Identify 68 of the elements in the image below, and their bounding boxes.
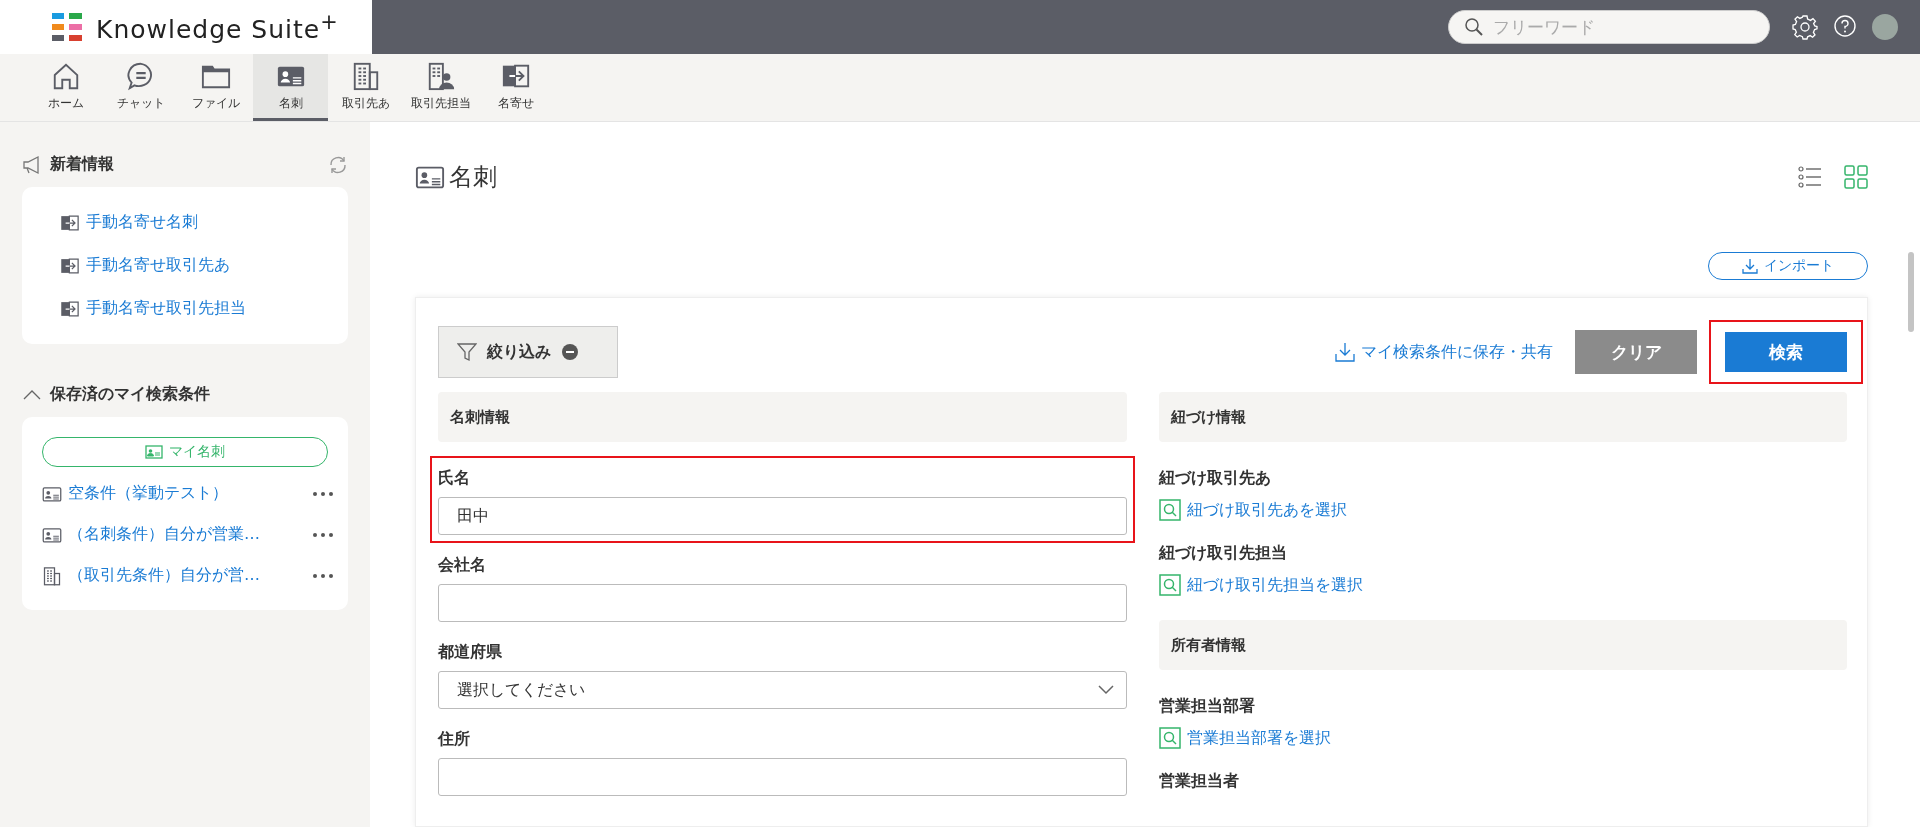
news-link[interactable]: 手動名寄せ取引先あ — [22, 244, 230, 287]
search-icon — [1158, 574, 1181, 596]
import-button[interactable]: インポート — [1708, 252, 1868, 280]
nav-tab[interactable]: 名刺 — [253, 54, 328, 121]
logo-text: Knowledge Suite$^{+}$ — [96, 9, 339, 45]
field-label: 紐づけ取引先あ — [1158, 468, 1272, 489]
scrollbar[interactable] — [1908, 252, 1914, 332]
building-icon — [42, 565, 62, 586]
merge-icon — [60, 212, 80, 233]
business-card-icon — [145, 445, 163, 459]
collapse-icon — [561, 343, 579, 361]
field-label: 都道府県 — [438, 642, 503, 663]
saved-search-link[interactable]: 空条件（挙動テスト） — [68, 483, 306, 504]
input-field[interactable] — [438, 758, 1127, 796]
field-label: 営業担当部署 — [1158, 696, 1256, 717]
search-icon — [1464, 17, 1484, 37]
nav-tab[interactable]: 名寄せ — [478, 54, 553, 121]
merge-icon — [60, 298, 80, 319]
select-link[interactable]: 営業担当部署を選択 — [1158, 727, 1331, 749]
saved-search-link[interactable]: （名刺条件）自分が営業… — [68, 524, 306, 545]
grid-view-icon[interactable] — [1844, 165, 1868, 189]
nav-tab[interactable]: 取引先あ — [328, 54, 403, 121]
avatar[interactable] — [1872, 14, 1898, 40]
nav-tab[interactable]: ホーム — [28, 54, 103, 121]
filter-icon — [457, 342, 477, 362]
prefecture-dropdown[interactable]: 選択してください — [438, 671, 1127, 709]
search-icon — [1158, 727, 1181, 749]
more-icon[interactable] — [312, 572, 334, 579]
field-label: 紐づけ取引先担当 — [1158, 543, 1288, 564]
search-icon — [1158, 499, 1181, 521]
more-icon[interactable] — [312, 490, 334, 497]
save-search-link[interactable]: マイ検索条件に保存・共有 — [1329, 340, 1559, 364]
saved-search-link[interactable]: （取引先条件）自分が営… — [68, 565, 306, 586]
section-header: 名刺情報 — [438, 392, 1127, 442]
clear-button[interactable]: クリア — [1575, 330, 1697, 374]
refresh-icon[interactable] — [328, 154, 348, 175]
select-link[interactable]: 紐づけ取引先担当を選択 — [1158, 574, 1363, 596]
more-icon[interactable] — [312, 531, 334, 538]
list-view-icon[interactable] — [1798, 165, 1822, 189]
nav-tab[interactable]: チャット — [103, 54, 178, 121]
news-link[interactable]: 手動名寄せ取引先担当 — [22, 287, 246, 330]
section-title: 新着情報 — [50, 154, 114, 175]
settings-icon[interactable] — [1792, 14, 1818, 40]
news-link[interactable]: 手動名寄せ名刺 — [22, 201, 198, 244]
download-icon — [1742, 258, 1758, 274]
field-label: 氏名 — [438, 468, 471, 489]
nav-tab[interactable]: ファイル — [178, 54, 253, 121]
chevron-down-icon — [1097, 685, 1114, 695]
my-card-button[interactable]: マイ名刺 — [42, 437, 328, 467]
section-header: 所有者情報 — [1158, 620, 1847, 670]
field-label: 会社名 — [438, 555, 487, 576]
megaphone-icon — [22, 154, 42, 175]
section-title: 保存済のマイ検索条件 — [50, 384, 210, 405]
field-label: 住所 — [438, 729, 471, 750]
filter-button[interactable]: 絞り込み — [438, 326, 618, 378]
search-button[interactable]: 検索 — [1725, 332, 1847, 372]
nav-tab[interactable]: 取引先担当 — [403, 54, 478, 121]
input-field[interactable] — [438, 584, 1127, 622]
help-icon[interactable] — [1832, 14, 1858, 40]
search-field[interactable]: フリーワード — [1448, 10, 1770, 44]
page-title: 名刺 — [449, 162, 498, 193]
field-label: 営業担当者 — [1158, 771, 1240, 792]
download-icon — [1335, 342, 1355, 362]
merge-icon — [60, 255, 80, 276]
select-link[interactable]: 紐づけ取引先あを選択 — [1158, 499, 1347, 521]
section-header: 紐づけ情報 — [1158, 392, 1847, 442]
input-field[interactable]: 田中 — [438, 497, 1127, 535]
logo-icon — [52, 13, 82, 41]
